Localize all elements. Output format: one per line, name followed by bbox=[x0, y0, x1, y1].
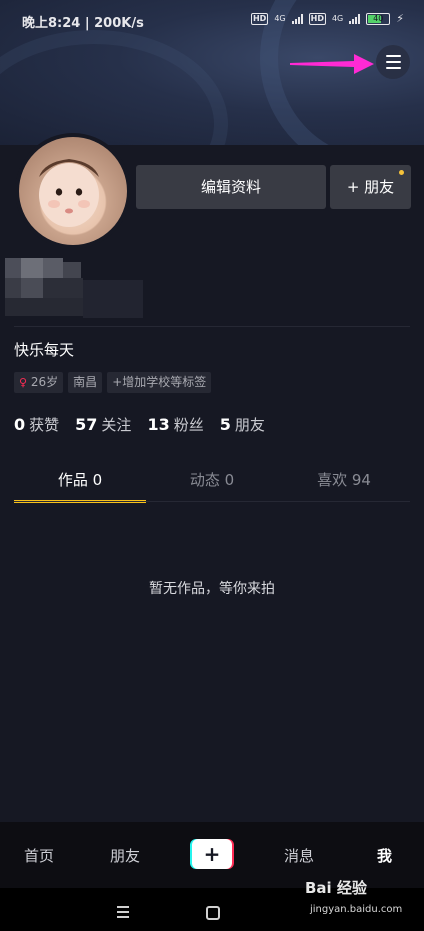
menu-button[interactable] bbox=[376, 45, 410, 79]
avatar-photo bbox=[19, 137, 127, 245]
add-friend-label: + 朋友 bbox=[346, 178, 395, 196]
plus-icon: + bbox=[192, 839, 232, 869]
create-button[interactable]: + bbox=[190, 839, 234, 869]
nav-me[interactable]: 我 bbox=[377, 845, 392, 866]
profile-stats: 0 获赞 57 关注 13 粉丝 5 朋友 bbox=[14, 414, 265, 435]
hd-icon: HD bbox=[250, 12, 269, 25]
hd-icon: HD bbox=[308, 12, 326, 25]
add-friend-button[interactable]: + 朋友 bbox=[330, 165, 411, 209]
divider bbox=[14, 326, 410, 327]
status-time: 晚上8:24 | 200K/s bbox=[22, 16, 144, 31]
status-bar: 晚上8:24 | 200K/s HD 4G HD 4G 40 ⚡ bbox=[0, 8, 424, 34]
empty-state-text: 暂无作品，等你来拍 bbox=[149, 581, 275, 597]
notification-dot bbox=[399, 170, 404, 175]
edit-profile-button[interactable]: 编辑资料 bbox=[136, 165, 326, 209]
recent-apps-icon[interactable] bbox=[117, 906, 129, 918]
female-icon: ♀ bbox=[19, 376, 28, 389]
tab-activity[interactable]: 动态 0 bbox=[146, 462, 278, 500]
stat-friends[interactable]: 5 朋友 bbox=[220, 414, 265, 435]
avatar[interactable] bbox=[15, 133, 131, 249]
watermark-url: jingyan.baidu.com bbox=[310, 904, 403, 915]
nav-home[interactable]: 首页 bbox=[24, 845, 54, 866]
network-label: 4G bbox=[331, 14, 344, 23]
tab-works[interactable]: 作品 0 bbox=[14, 462, 146, 503]
add-school-tag[interactable]: +增加学校等标签 bbox=[107, 372, 212, 393]
content-tabs: 作品 0 动态 0 喜欢 94 bbox=[14, 462, 410, 503]
profile-bio: 快乐每天 bbox=[14, 341, 75, 359]
cover-swirl bbox=[0, 30, 228, 145]
watermark-logo: Bai 经验 bbox=[305, 879, 367, 897]
stat-following[interactable]: 57 关注 bbox=[75, 414, 131, 435]
tab-likes[interactable]: 喜欢 94 bbox=[278, 462, 410, 500]
stat-followers[interactable]: 13 粉丝 bbox=[147, 414, 203, 435]
battery-icon: 40 bbox=[366, 12, 391, 25]
nav-messages[interactable]: 消息 bbox=[284, 845, 314, 866]
tabs-divider bbox=[14, 501, 410, 502]
profile-tags: ♀ 26岁 南昌 +增加学校等标签 bbox=[14, 372, 212, 393]
nav-friends[interactable]: 朋友 bbox=[110, 845, 140, 866]
stat-likes: 0 获赞 bbox=[14, 415, 60, 434]
charging-icon: ⚡ bbox=[396, 12, 404, 25]
age-tag: ♀ 26岁 bbox=[14, 372, 64, 393]
home-icon[interactable] bbox=[206, 906, 220, 920]
pointer-arrow-icon bbox=[290, 54, 374, 74]
signal-icon bbox=[291, 13, 303, 24]
status-icons: HD 4G HD 4G 40 ⚡ bbox=[250, 12, 404, 25]
signal-icon bbox=[349, 13, 361, 24]
network-label: 4G bbox=[274, 14, 286, 23]
location-tag: 南昌 bbox=[68, 372, 103, 393]
